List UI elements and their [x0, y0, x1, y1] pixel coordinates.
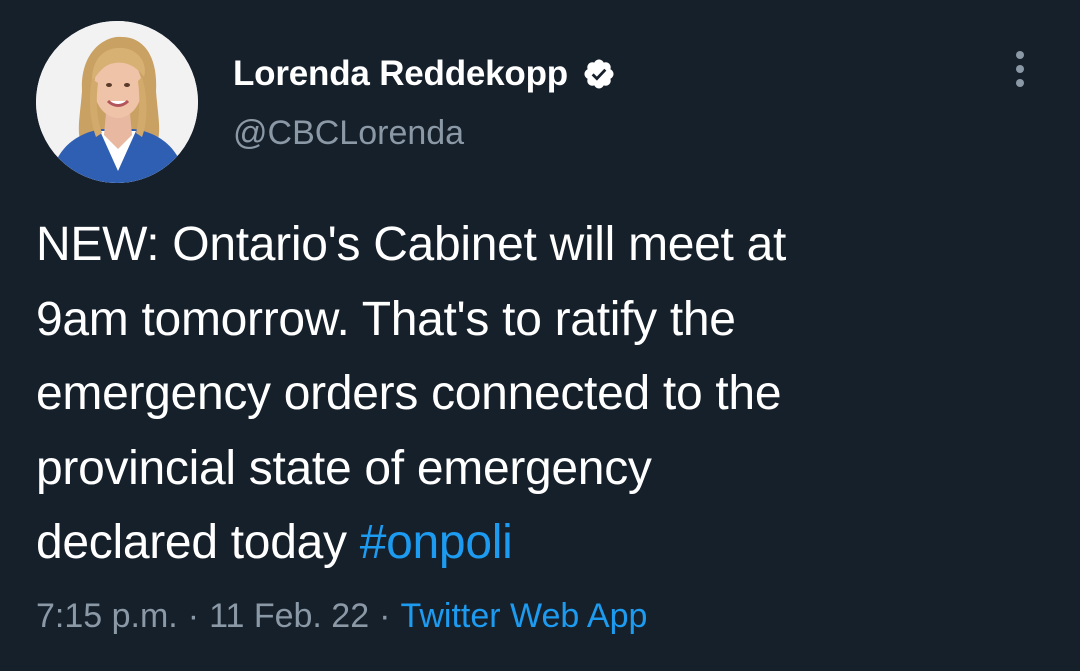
- tweet-text-line: 9am tomorrow. That's to ratify the: [36, 292, 736, 346]
- tweet-text-last-line: declared today #onpoli: [36, 506, 1036, 581]
- more-vertical-icon-dot: [1016, 65, 1024, 73]
- tweet-text-line: emergency orders connected to the: [36, 367, 782, 420]
- tweet-text: NEW: Ontario's Cabinet will meet at 9am …: [36, 208, 1036, 581]
- hashtag-link[interactable]: #onpoli: [360, 516, 513, 569]
- author-handle[interactable]: @CBCLorenda: [233, 114, 616, 153]
- more-options-button[interactable]: [1004, 46, 1036, 92]
- author-info: Lorenda Reddekopp @CBCLorenda: [233, 52, 616, 162]
- more-vertical-icon-dot: [1016, 79, 1024, 87]
- tweet-date[interactable]: 11 Feb. 22: [209, 597, 369, 636]
- tweet-text-line: provincial state of emergency: [36, 441, 652, 495]
- author-display-name[interactable]: Lorenda Reddekopp: [233, 54, 568, 94]
- tweet-card: Lorenda Reddekopp @CBCLorenda NEW: Ontar…: [0, 0, 1080, 671]
- tweet-text-line: NEW: Ontario's Cabinet will meet at: [36, 218, 787, 271]
- author-avatar[interactable]: [36, 21, 198, 183]
- meta-separator: ·: [187, 597, 200, 635]
- tweet-source-link[interactable]: Twitter Web App: [400, 597, 647, 636]
- name-row: Lorenda Reddekopp: [233, 52, 616, 96]
- tweet-meta: 7:15 p.m. · 11 Feb. 22 · Twitter Web App: [36, 597, 647, 636]
- verified-badge-icon: [582, 57, 616, 91]
- more-vertical-icon: [1016, 51, 1024, 59]
- avatar-image: [36, 21, 198, 183]
- tweet-time[interactable]: 7:15 p.m.: [36, 597, 178, 636]
- meta-separator: ·: [379, 597, 391, 635]
- tweet-text-line: declared today: [36, 516, 347, 569]
